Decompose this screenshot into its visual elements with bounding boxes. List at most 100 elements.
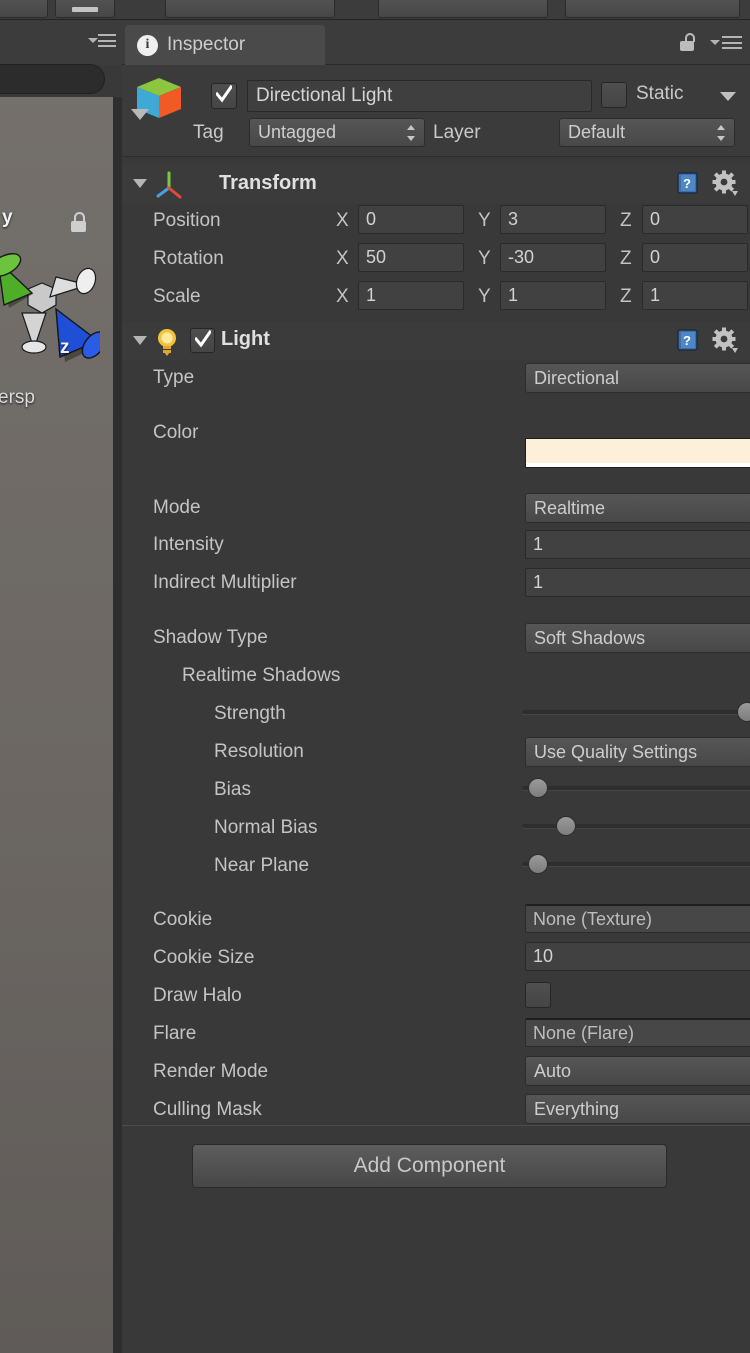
scene-view-panel: y z ersp bbox=[0, 20, 122, 1353]
light-color-label: Color bbox=[153, 422, 199, 443]
gear-icon[interactable] bbox=[712, 327, 738, 353]
static-dropdown-arrow[interactable] bbox=[720, 92, 736, 101]
help-book-icon[interactable]: ? bbox=[676, 328, 700, 352]
slider-thumb[interactable] bbox=[528, 854, 549, 874]
position-y-input[interactable]: 3 bbox=[500, 205, 606, 234]
toolbar-button-1[interactable] bbox=[0, 0, 48, 18]
gameobject-active-checkbox[interactable] bbox=[211, 83, 237, 109]
gizmo-y-axis-label: y bbox=[2, 207, 13, 228]
shadow-strength-slider[interactable] bbox=[522, 702, 750, 722]
light-intensity-value: 1 bbox=[533, 534, 544, 554]
gear-icon[interactable] bbox=[712, 170, 738, 196]
help-book-icon[interactable]: ? bbox=[676, 171, 700, 195]
inspector-menu-icon[interactable] bbox=[710, 36, 742, 50]
lock-icon[interactable] bbox=[680, 33, 698, 53]
light-mode-dropdown[interactable]: Realtime bbox=[525, 493, 750, 523]
scene-projection-label[interactable]: ersp bbox=[0, 387, 35, 409]
shadow-type-value: Soft Shadows bbox=[534, 627, 646, 648]
light-type-value: Directional bbox=[534, 367, 620, 388]
position-x-value: 0 bbox=[366, 209, 377, 229]
transform-foldout-arrow[interactable] bbox=[133, 179, 147, 188]
shadow-resolution-label: Resolution bbox=[214, 741, 304, 762]
slider-thumb[interactable] bbox=[528, 778, 549, 798]
rotation-z-input[interactable]: 0 bbox=[642, 243, 748, 272]
shadow-resolution-dropdown[interactable]: Use Quality Settings bbox=[525, 737, 750, 767]
light-culling-mask-dropdown[interactable]: Everything bbox=[525, 1094, 750, 1124]
checkmark-icon bbox=[216, 85, 232, 103]
rotation-y-input[interactable]: -30 bbox=[500, 243, 606, 272]
slider-thumb[interactable] bbox=[556, 816, 577, 836]
position-label: Position bbox=[153, 210, 221, 231]
scene-axis-gizmo[interactable] bbox=[0, 227, 100, 367]
position-z-axis-letter: Z bbox=[620, 210, 632, 231]
inspector-tabbar: i Inspector bbox=[122, 20, 750, 65]
scale-x-input[interactable]: 1 bbox=[358, 281, 464, 310]
position-x-input[interactable]: 0 bbox=[358, 205, 464, 234]
shadow-type-label: Shadow Type bbox=[153, 627, 268, 648]
light-color-swatch[interactable] bbox=[525, 438, 750, 468]
rotation-z-value: 0 bbox=[650, 247, 661, 267]
slider-track bbox=[522, 710, 750, 714]
scale-y-value: 1 bbox=[508, 285, 519, 305]
position-z-value: 0 bbox=[650, 209, 661, 229]
tag-dropdown[interactable]: Untagged bbox=[249, 118, 425, 147]
shadow-type-dropdown[interactable]: Soft Shadows bbox=[525, 623, 750, 653]
light-mode-label: Mode bbox=[153, 497, 201, 518]
light-component-header[interactable]: Light ? bbox=[122, 322, 750, 360]
svg-text:?: ? bbox=[683, 176, 691, 191]
light-foldout-arrow[interactable] bbox=[133, 336, 147, 345]
scene-viewport[interactable]: y z ersp bbox=[0, 97, 113, 1353]
transform-component-header[interactable]: Transform ? bbox=[122, 165, 750, 203]
chevron-updown-icon bbox=[407, 124, 416, 141]
light-type-dropdown[interactable]: Directional bbox=[525, 363, 750, 393]
static-checkbox[interactable] bbox=[601, 82, 627, 108]
scale-z-input[interactable]: 1 bbox=[642, 281, 748, 310]
add-component-button[interactable]: Add Component bbox=[192, 1144, 667, 1188]
light-render-mode-dropdown[interactable]: Auto bbox=[525, 1056, 750, 1086]
light-intensity-input[interactable]: 1 bbox=[525, 530, 750, 559]
light-render-mode-value: Auto bbox=[534, 1060, 572, 1081]
rotation-y-axis-letter: Y bbox=[478, 248, 491, 269]
light-cookie-size-input[interactable]: 10 bbox=[525, 942, 750, 971]
light-draw-halo-checkbox[interactable] bbox=[525, 982, 551, 1008]
light-indirect-multiplier-input[interactable]: 1 bbox=[525, 568, 750, 597]
toolbar-button-5[interactable] bbox=[565, 0, 740, 18]
shadow-normal-bias-slider[interactable] bbox=[522, 816, 750, 836]
layer-value: Default bbox=[568, 122, 626, 142]
scene-search-input[interactable] bbox=[0, 64, 105, 94]
layer-label: Layer bbox=[433, 122, 481, 143]
position-y-axis-letter: Y bbox=[478, 210, 491, 231]
light-flare-object-field[interactable]: None (Flare) bbox=[525, 1018, 750, 1047]
slider-thumb[interactable] bbox=[737, 702, 750, 722]
light-color-alpha-bar bbox=[526, 463, 750, 467]
light-intensity-label: Intensity bbox=[153, 534, 224, 555]
static-label: Static bbox=[636, 83, 684, 104]
light-cookie-object-field[interactable]: None (Texture) bbox=[525, 904, 750, 933]
light-cookie-size-value: 10 bbox=[533, 946, 554, 966]
toolbar-button-2[interactable] bbox=[55, 0, 115, 18]
scale-z-value: 1 bbox=[650, 285, 661, 305]
scale-label: Scale bbox=[153, 286, 201, 307]
tab-inspector[interactable]: i Inspector bbox=[125, 25, 325, 65]
light-indirect-multiplier-label: Indirect Multiplier bbox=[153, 572, 297, 593]
layer-dropdown[interactable]: Default bbox=[559, 118, 735, 147]
scale-z-axis-letter: Z bbox=[620, 286, 632, 307]
gameobject-name-input[interactable]: Directional Light bbox=[247, 80, 592, 112]
shadow-near-plane-slider[interactable] bbox=[522, 854, 750, 874]
gameobject-icon-dropdown-arrow[interactable] bbox=[131, 109, 149, 120]
shadow-bias-slider[interactable] bbox=[522, 778, 750, 798]
shadow-normal-bias-label: Normal Bias bbox=[214, 817, 318, 838]
scene-view-menu-icon[interactable] bbox=[88, 34, 116, 48]
toolbar-button-3[interactable] bbox=[165, 0, 335, 18]
slider-track bbox=[522, 786, 750, 790]
chevron-updown-icon bbox=[717, 124, 726, 141]
realtime-shadows-group-label: Realtime Shadows bbox=[182, 665, 341, 686]
toolbar-button-4[interactable] bbox=[378, 0, 548, 18]
rotation-x-input[interactable]: 50 bbox=[358, 243, 464, 272]
shadow-resolution-value: Use Quality Settings bbox=[534, 741, 698, 762]
scale-y-input[interactable]: 1 bbox=[500, 281, 606, 310]
position-y-value: 3 bbox=[508, 209, 519, 229]
light-enabled-checkbox[interactable] bbox=[190, 328, 215, 353]
info-icon: i bbox=[137, 34, 158, 56]
position-z-input[interactable]: 0 bbox=[642, 205, 748, 234]
